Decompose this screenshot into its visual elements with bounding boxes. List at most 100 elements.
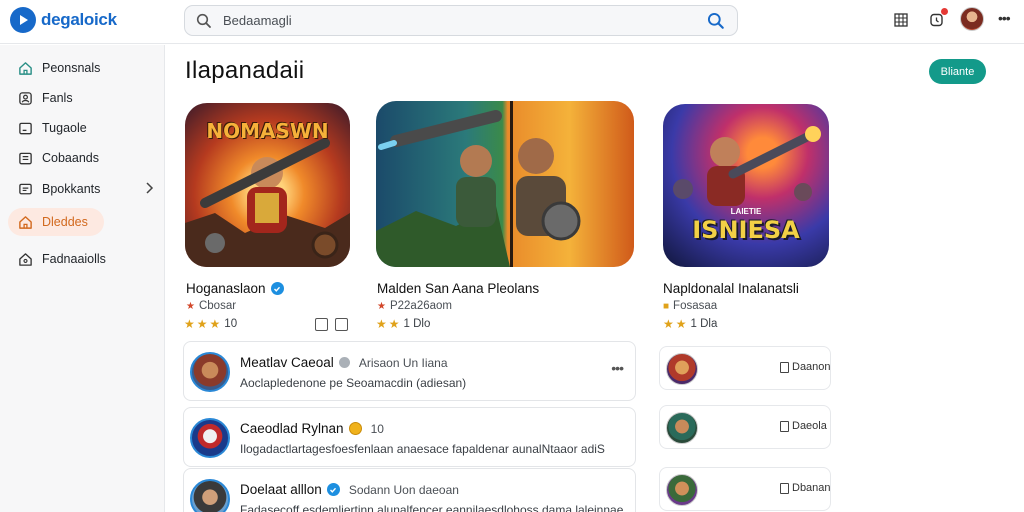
rating-value: 10	[224, 318, 238, 330]
sidebar-item-label: Fadnaaiolls	[42, 252, 106, 266]
commenter-name[interactable]: Doelaat alllon	[240, 482, 322, 497]
comment-header: Caeodlad Rylnan 10	[240, 421, 384, 436]
user-avatar[interactable]	[960, 7, 984, 31]
page-title: Ilapanadaii	[185, 57, 305, 84]
monitor-icon	[16, 119, 34, 137]
star-icon: ★	[663, 317, 674, 331]
more-horizontal-icon[interactable]: •••	[998, 10, 1011, 26]
commenter-name[interactable]: Caeodlad Rylnan	[240, 421, 344, 436]
game-card-title[interactable]: Malden San Aana Pleolans	[377, 281, 539, 296]
side-item-label-wrap: Daeola	[780, 420, 827, 432]
star-icon: ★	[376, 317, 387, 331]
app-logo[interactable]: degaloick	[10, 7, 117, 33]
chevron-right-icon	[144, 181, 154, 200]
commenter-avatar[interactable]	[190, 418, 230, 458]
coin-icon	[348, 422, 362, 435]
sidebar-item-fanls[interactable]: Fanls	[8, 84, 160, 112]
game-tile-1[interactable]: NOMASWN	[185, 103, 350, 267]
sidebar-item-label: Dleddes	[42, 215, 88, 229]
comment-header: Meatlav Caeoal Arisaon Un Iiana	[240, 355, 448, 370]
game-card-subtitle: ■ Fosasaa	[663, 300, 717, 312]
game-title-text: Napldonalal Inalanatsli	[663, 281, 799, 296]
filter-button[interactable]: Bliante	[929, 59, 986, 84]
home-icon	[16, 59, 34, 77]
game-card-title[interactable]: Napldonalal Inalanatsli	[663, 281, 799, 296]
notification-bell-icon[interactable]	[926, 8, 948, 31]
comment-meta: Arisaon Un Iiana	[358, 355, 448, 370]
star-icon: ★	[675, 317, 687, 331]
game-card-rating: ★ ★ 1 Dlo	[376, 317, 430, 331]
side-avatar[interactable]	[666, 353, 698, 385]
top-bar: degaloick •••	[0, 0, 1024, 44]
side-avatar[interactable]	[666, 412, 698, 444]
side-item-label-wrap: Daanon	[780, 361, 831, 373]
game-tile-title: NOMASWN	[206, 119, 329, 143]
comment-body: Ilogadactlartagesfoesfenlaan anaesace fa…	[240, 442, 605, 456]
logo-text: degaloick	[41, 10, 117, 29]
sidebar-item-label: Fanls	[42, 91, 73, 105]
search-bar[interactable]	[184, 5, 738, 36]
game-tile-title: ISNIESA	[692, 216, 800, 244]
comment-item[interactable]: Caeodlad Rylnan 10 Ilogadactlartagesfoes…	[183, 407, 636, 467]
logo-play-icon	[10, 7, 36, 33]
sidebar: Peonsnals Fanls Tugaole Cobaands Bpokkan…	[0, 45, 165, 512]
sidebar-item-tugaole[interactable]: Tugaole	[8, 114, 160, 142]
side-avatar[interactable]	[666, 474, 698, 506]
document-icon	[780, 420, 789, 432]
game-card-subtitle: ★ Cbosar	[186, 300, 236, 312]
document-icon	[780, 361, 789, 373]
list-icon	[16, 149, 34, 167]
rating-value: 1 Dla	[690, 318, 718, 330]
side-item-label-wrap: Dbanan	[780, 482, 831, 494]
game-tile-2[interactable]	[376, 101, 634, 267]
sidebar-item-fadnaaiolls[interactable]: Fadnaaiolls	[8, 245, 160, 273]
game-sub-text: Fosasaa	[673, 300, 718, 312]
grid-icon[interactable]	[890, 9, 912, 31]
flame-icon: ★	[377, 300, 386, 312]
game-tile-subtitle: LAIETIE	[730, 207, 762, 216]
game-art-battle	[376, 101, 581, 267]
sidebar-item-bpokkants[interactable]: Bpokkants	[8, 175, 160, 203]
side-list-item[interactable]: Daeola	[659, 405, 831, 449]
badge-icon: ■	[663, 300, 670, 312]
side-item-label: Dbanan	[792, 482, 831, 494]
comment-item[interactable]: Doelaat alllon Sodann Uon daeoan Fadasec…	[183, 468, 636, 512]
verified-icon	[326, 483, 340, 496]
commenter-avatar[interactable]	[190, 479, 230, 512]
star-icon: ★	[184, 317, 195, 331]
sidebar-item-cobaands[interactable]: Cobaands	[8, 144, 160, 172]
document-icon	[780, 482, 789, 494]
sidebar-item-label: Peonsnals	[42, 61, 101, 75]
search-input[interactable]	[223, 6, 703, 35]
verified-icon	[270, 282, 284, 295]
bookmark-icon[interactable]	[315, 318, 328, 331]
chat-icon	[16, 180, 34, 198]
people-icon	[16, 89, 34, 107]
commenter-name[interactable]: Meatlav Caeoal	[240, 355, 334, 370]
status-icon	[338, 357, 350, 368]
game-sub-text: Cbosar	[198, 300, 237, 312]
notification-dot	[941, 8, 948, 15]
game-card-title[interactable]: Hoganaslaon	[186, 281, 284, 296]
rating-value: 1 Dlo	[403, 318, 431, 330]
side-item-label: Daeola	[792, 420, 827, 432]
game-card-rating: ★ ★ 1 Dla	[663, 317, 717, 331]
commenter-avatar[interactable]	[190, 352, 230, 392]
more-horizontal-icon[interactable]: •••	[611, 360, 624, 376]
side-list-item[interactable]: Dbanan	[659, 467, 831, 511]
search-icon	[196, 13, 212, 34]
comment-body: Fadasecoff esdemliertinn alunalfencer ea…	[240, 503, 624, 512]
comment-item[interactable]: Meatlav Caeoal Arisaon Un Iiana Aoclaple…	[183, 341, 636, 401]
sidebar-item-label: Cobaands	[42, 151, 99, 165]
game-tile-3[interactable]: LAIETIE ISNIESA	[663, 104, 829, 267]
house-icon	[16, 213, 34, 231]
sidebar-item-dleddes[interactable]: Dleddes	[8, 208, 104, 236]
share-icon[interactable]	[335, 318, 348, 331]
star-icon: ★	[196, 317, 208, 331]
sidebar-item-peonsnals[interactable]: Peonsnals	[8, 54, 160, 82]
search-submit-icon[interactable]	[707, 12, 725, 35]
side-list-item[interactable]: Daanon	[659, 346, 831, 390]
game-title-text: Hoganaslaon	[186, 281, 266, 296]
game-card-subtitle: ★ P22a26aom	[377, 300, 452, 312]
sidebar-item-label: Tugaole	[42, 121, 87, 135]
